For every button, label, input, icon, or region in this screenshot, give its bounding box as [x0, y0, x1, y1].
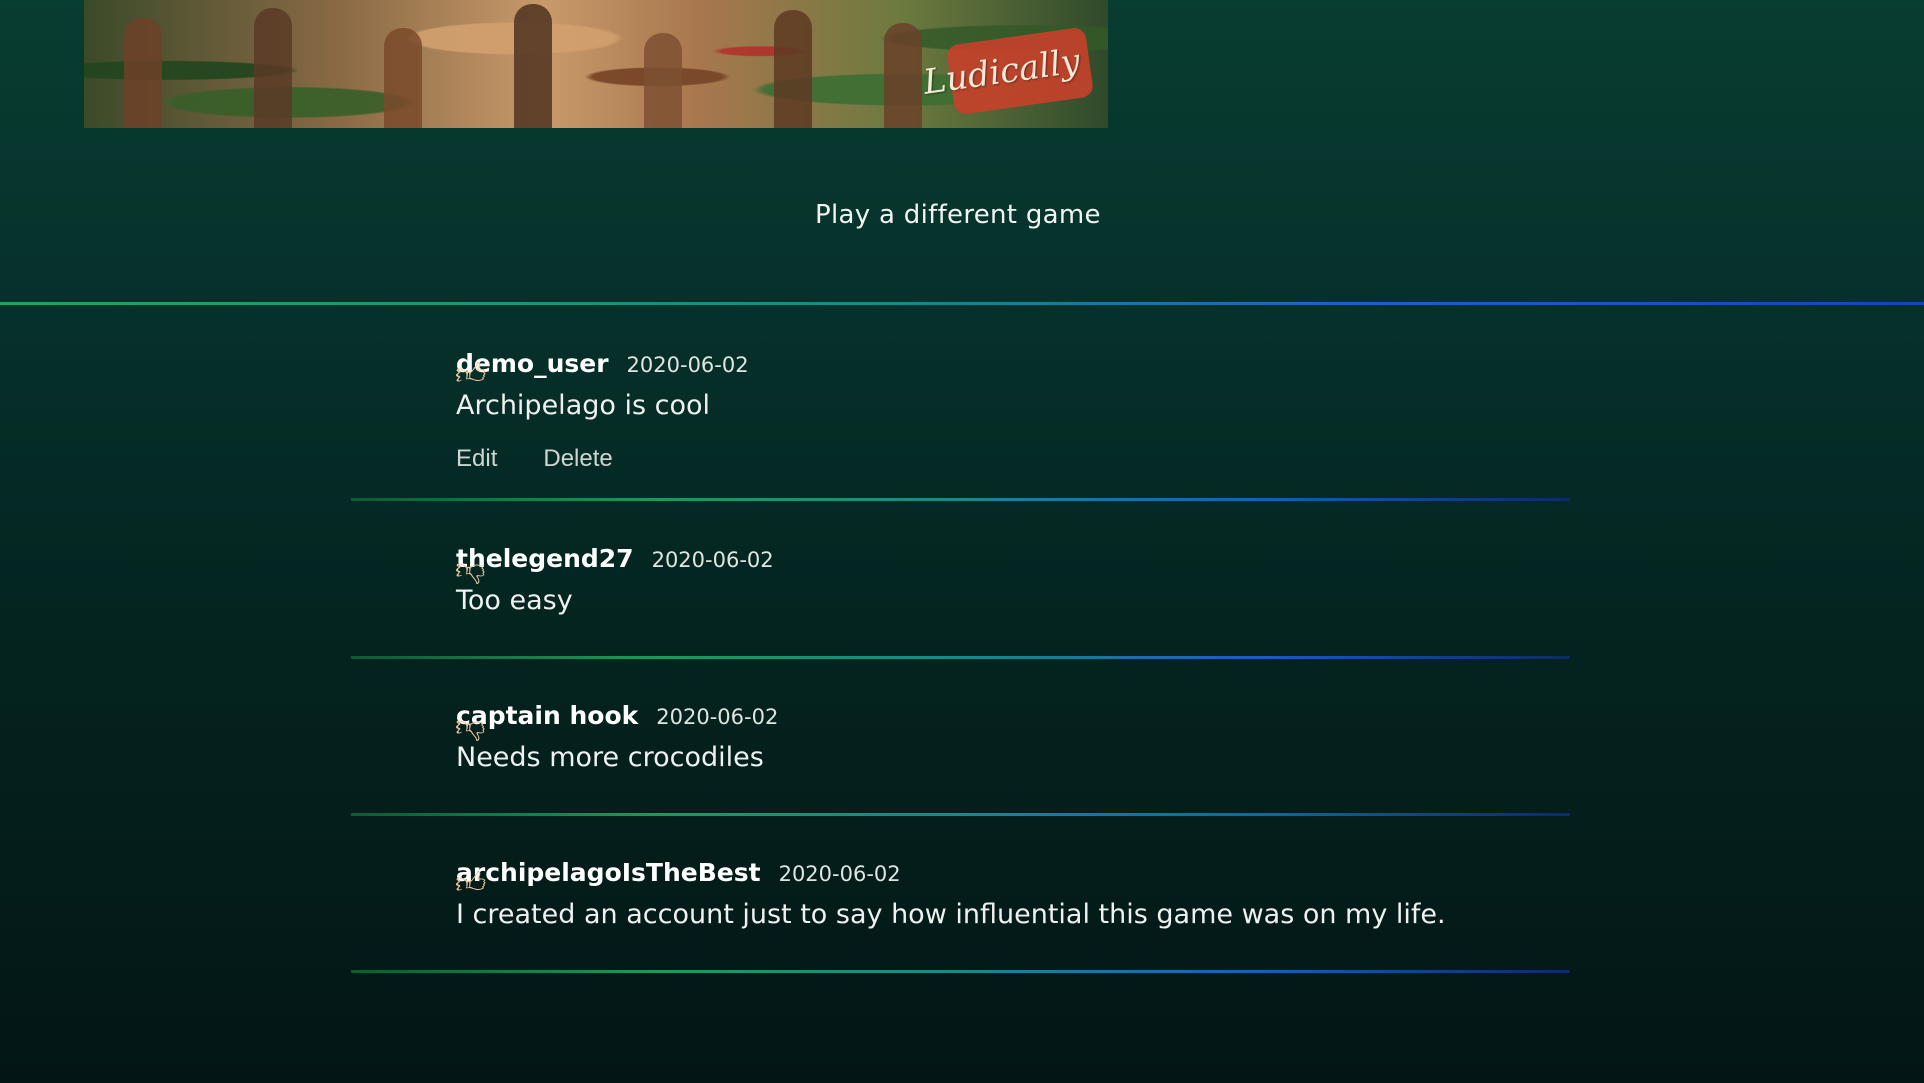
comment-date: 2020-06-02 [626, 353, 749, 377]
comment-text: Needs more crocodiles [456, 742, 764, 773]
thumbs-down-icon: 👎︎ [455, 709, 486, 744]
comment-divider [351, 970, 1570, 973]
comment-actions: Edit Delete [456, 445, 1570, 473]
comment-item: 👎︎ thelegend27 2020-06-02 Too easy [351, 501, 1570, 616]
comment-item: 👍︎ demo_user 2020-06-02 Archipelago is c… [351, 305, 1570, 421]
comment-meta: archipelagoIsTheBest 2020-06-02 [456, 858, 1570, 887]
comment-date: 2020-06-02 [778, 862, 901, 886]
comment-text: Too easy [456, 585, 573, 616]
banner-figure [644, 33, 682, 128]
thumbs-up-icon: 👍︎ [455, 866, 487, 901]
banner-figure [254, 8, 292, 128]
banner-figure [514, 4, 552, 128]
comment-item: 👍︎ archipelagoIsTheBest 2020-06-02 I cre… [351, 816, 1570, 930]
game-banner-image: Ludically [84, 0, 1108, 128]
play-different-game-link[interactable]: Play a different game [815, 200, 1101, 230]
banner-figure [774, 10, 812, 128]
comment-username: archipelagoIsTheBest [456, 858, 761, 887]
banner-figure [884, 23, 922, 128]
comment-date: 2020-06-02 [651, 548, 774, 572]
comment-meta: captain hook 2020-06-02 [456, 701, 1570, 730]
edit-button[interactable]: Edit [456, 445, 497, 473]
comment-meta: thelegend27 2020-06-02 [456, 544, 1570, 573]
banner-figure [384, 28, 422, 128]
comment-item: 👎︎ captain hook 2020-06-02 Needs more cr… [351, 659, 1570, 773]
banner-figure [124, 18, 162, 128]
thumbs-down-icon: 👎︎ [455, 552, 486, 587]
comments-list: 👍︎ demo_user 2020-06-02 Archipelago is c… [351, 305, 1570, 973]
delete-button[interactable]: Delete [543, 445, 612, 473]
comment-meta: demo_user 2020-06-02 [456, 349, 1570, 378]
comment-text: Archipelago is cool [456, 390, 711, 421]
comment-date: 2020-06-02 [656, 705, 779, 729]
comment-text: I created an account just to say how inf… [456, 899, 1446, 930]
thumbs-up-icon: 👍︎ [455, 357, 487, 392]
